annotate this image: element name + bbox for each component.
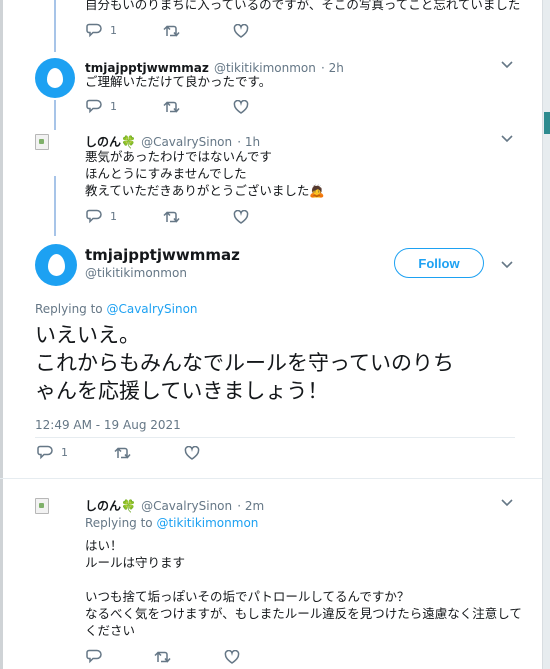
- broken-image-icon: [35, 498, 49, 514]
- tweet-text-line: いえいえ。: [35, 323, 140, 347]
- tweet-actions: 1: [86, 99, 249, 114]
- clover-emoji: 🍀: [121, 499, 136, 513]
- heart-icon: [233, 209, 249, 224]
- tweet-text-line: ゃんを応援していきましょう！: [35, 379, 329, 403]
- avatar[interactable]: [35, 244, 77, 286]
- reply-icon: [37, 445, 53, 460]
- retweet-button[interactable]: [114, 446, 132, 460]
- tweet-actions: 1: [37, 445, 200, 460]
- chevron-down-icon[interactable]: [500, 134, 514, 144]
- tweet-text-line: なるべく気をつけますが、もしまたルール違反を見つけたら遠慮なく注意して: [85, 606, 522, 621]
- reply-icon: [86, 649, 102, 664]
- tweet-text-line: はい！: [85, 538, 123, 553]
- default-egg-icon: [47, 254, 65, 276]
- tweet-time[interactable]: 2m: [245, 499, 264, 513]
- like-button[interactable]: [184, 445, 200, 460]
- chevron-down-icon[interactable]: [500, 260, 514, 270]
- divider: [35, 437, 515, 438]
- user-handle[interactable]: @CavalrySinon: [141, 135, 232, 149]
- like-button[interactable]: [233, 209, 249, 224]
- reply-count: 1: [61, 446, 68, 459]
- tweet-text-line: 教えていただきありがとうございました🙇: [85, 183, 325, 198]
- reply-button[interactable]: 1: [86, 99, 117, 114]
- retweet-icon: [163, 210, 180, 223]
- tweet-text-line: ください: [85, 623, 136, 638]
- reply-icon: [86, 99, 102, 114]
- tweet-header: しのん🍀 @CavalrySinon · 2m: [85, 499, 265, 513]
- like-button[interactable]: [233, 99, 249, 114]
- display-name[interactable]: しのん: [85, 499, 121, 513]
- user-handle[interactable]: @tikitikimonmon: [85, 266, 187, 280]
- retweet-button[interactable]: [154, 650, 172, 664]
- retweet-icon: [114, 446, 131, 459]
- retweet-button[interactable]: [163, 210, 181, 224]
- reply-count: 1: [110, 100, 117, 113]
- tweet-time[interactable]: 2h: [329, 61, 344, 75]
- retweet-icon: [163, 100, 180, 113]
- reply-count: 1: [110, 210, 117, 223]
- tweet-actions: 1: [86, 209, 249, 224]
- chevron-down-icon[interactable]: [500, 60, 514, 70]
- avatar[interactable]: [35, 58, 75, 98]
- scrollbar-thumb[interactable]: [544, 112, 550, 134]
- clover-emoji: 🍀: [121, 135, 136, 149]
- tweet-text-line: いつも捨て垢っぽいその垢でパトロールしてるんですか？: [85, 589, 410, 604]
- tweet-text-line: これからもみんなでルールを守っていのりち: [35, 351, 454, 375]
- tweet-actions: 1: [86, 23, 249, 38]
- reply-button[interactable]: 1: [86, 209, 117, 224]
- window-left-edge: [0, 0, 3, 669]
- retweet-button[interactable]: [163, 24, 181, 38]
- tweet-timestamp[interactable]: 12:49 AM - 19 Aug 2021: [35, 418, 181, 432]
- reply-icon: [86, 209, 102, 224]
- like-button[interactable]: [233, 23, 249, 38]
- default-egg-icon: [47, 68, 63, 88]
- avatar[interactable]: [35, 498, 75, 538]
- reply-button[interactable]: 1: [86, 23, 117, 38]
- tweet-text-line: ルールは守ります: [85, 555, 186, 570]
- broken-image-icon: [35, 134, 49, 150]
- reply-icon: [86, 23, 102, 38]
- avatar[interactable]: [35, 134, 75, 174]
- chevron-down-icon[interactable]: [500, 498, 514, 508]
- heart-icon: [224, 649, 240, 664]
- divider: [0, 478, 542, 479]
- replying-prefix: Replying to: [35, 302, 107, 316]
- retweet-button[interactable]: [163, 100, 181, 114]
- replying-prefix: Replying to: [85, 516, 157, 530]
- tweet-text-line: ほんとうにすみませんでした: [85, 166, 247, 181]
- scrollbar[interactable]: [542, 0, 550, 669]
- main-tweet-text: いえいえ。 これからもみんなでルールを守っていのりち ゃんを応援していきましょう…: [35, 321, 454, 405]
- tweet-text-line: 悪気があったわけではないんです: [85, 149, 272, 164]
- replying-to-link[interactable]: @CavalrySinon: [106, 302, 197, 316]
- tweet-time[interactable]: 1h: [245, 135, 260, 149]
- tweet-text: 自分もいのりまちに入っているのですが、そこの写真ってこと忘れていました: [85, 0, 521, 12]
- tweet-text: ご理解いただけて良かったです。: [85, 74, 272, 89]
- thread-line: [54, 0, 56, 52]
- display-name[interactable]: しのん: [85, 135, 121, 149]
- replying-to: Replying to @CavalrySinon: [35, 302, 198, 316]
- reply-count: 1: [110, 24, 117, 37]
- retweet-icon: [154, 650, 171, 663]
- like-button[interactable]: [224, 649, 240, 664]
- tweet-actions: [86, 649, 240, 664]
- follow-button[interactable]: Follow: [394, 248, 484, 278]
- display-name[interactable]: tmjajpptjwwmmaz: [85, 246, 240, 264]
- replying-to-link[interactable]: @tikitikimonmon: [156, 516, 258, 530]
- reply-button[interactable]: 1: [37, 445, 68, 460]
- user-handle[interactable]: @CavalrySinon: [141, 499, 232, 513]
- thread-line: [54, 176, 56, 236]
- thread-line: [54, 100, 56, 130]
- heart-icon: [233, 23, 249, 38]
- replying-to: Replying to @tikitikimonmon: [85, 516, 258, 530]
- heart-icon: [233, 99, 249, 114]
- retweet-icon: [163, 24, 180, 37]
- reply-button[interactable]: [86, 649, 102, 664]
- heart-icon: [184, 445, 200, 460]
